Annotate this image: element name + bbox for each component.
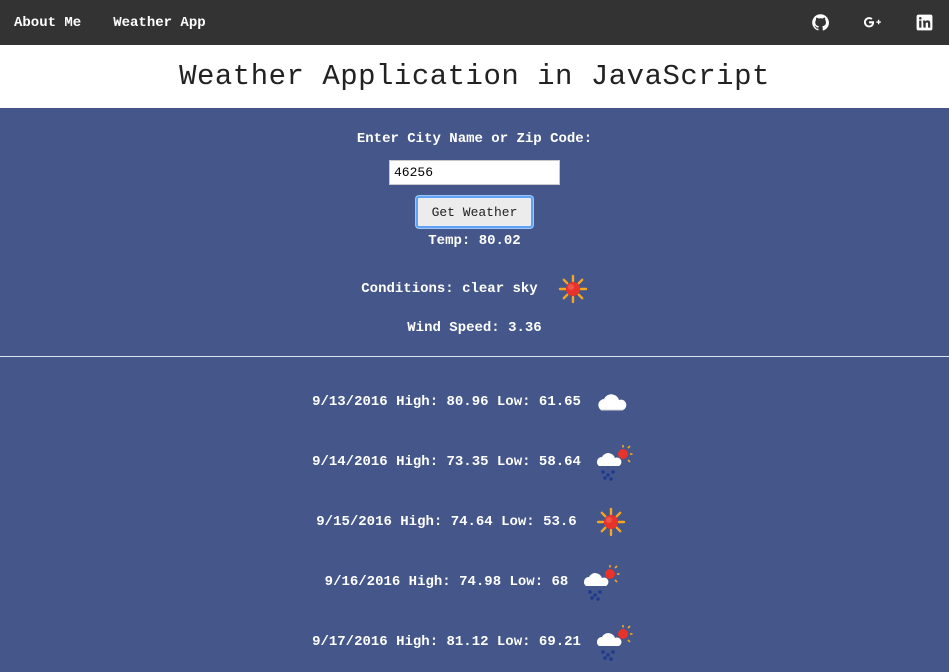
conditions-row: Conditions: clear sky (0, 274, 949, 304)
nav-links: About Me Weather App (14, 15, 206, 31)
current-temp: Temp: 80.02 (428, 233, 521, 249)
nav-link-weather-app[interactable]: Weather App (113, 15, 205, 31)
forecast-text: 9/14/2016 High: 73.35 Low: 58.64 (312, 454, 581, 470)
page-title: Weather Application in JavaScript (179, 60, 770, 93)
current-conditions: Conditions: clear sky (361, 281, 538, 297)
social-links (807, 10, 937, 36)
title-bar: Weather Application in JavaScript (0, 45, 949, 108)
google-plus-icon[interactable] (859, 10, 885, 36)
forecast-day-5: 9/17/2016 High: 81.12 Low: 69.21 (0, 612, 949, 672)
rain-sun-icon (593, 622, 637, 662)
rain-sun-icon (593, 442, 637, 482)
rain-sun-icon (580, 562, 624, 602)
forecast-text: 9/15/2016 High: 74.64 Low: 53.6 (316, 514, 577, 530)
city-zip-input[interactable] (389, 160, 560, 185)
linkedin-icon[interactable] (911, 10, 937, 36)
current-weather-panel: Enter City Name or Zip Code: Get Weather… (0, 108, 949, 357)
cloud-moon-icon (593, 382, 637, 422)
github-icon[interactable] (807, 10, 833, 36)
current-wind-speed: Wind Speed: 3.36 (407, 320, 542, 336)
forecast-day-2: 9/14/2016 High: 73.35 Low: 58.64 (0, 432, 949, 492)
forecast-list: 9/13/2016 High: 80.96 Low: 61.65 9/14/20… (0, 372, 949, 672)
get-weather-button[interactable]: Get Weather (416, 196, 533, 228)
forecast-day-1: 9/13/2016 High: 80.96 Low: 61.65 (0, 372, 949, 432)
forecast-text: 9/16/2016 High: 74.98 Low: 68 (324, 574, 569, 590)
forecast-text: 9/13/2016 High: 80.96 Low: 61.65 (312, 394, 581, 410)
search-prompt: Enter City Name or Zip Code: (356, 131, 593, 147)
forecast-day-4: 9/16/2016 High: 74.98 Low: 68 (0, 552, 949, 612)
sun-icon (589, 502, 633, 542)
nav-link-about-me[interactable]: About Me (14, 15, 81, 31)
section-divider (0, 356, 949, 357)
top-navbar: About Me Weather App (0, 0, 949, 45)
forecast-day-3: 9/15/2016 High: 74.64 Low: 53.6 (0, 492, 949, 552)
forecast-text: 9/17/2016 High: 81.12 Low: 69.21 (312, 634, 581, 650)
sun-icon (558, 274, 588, 304)
